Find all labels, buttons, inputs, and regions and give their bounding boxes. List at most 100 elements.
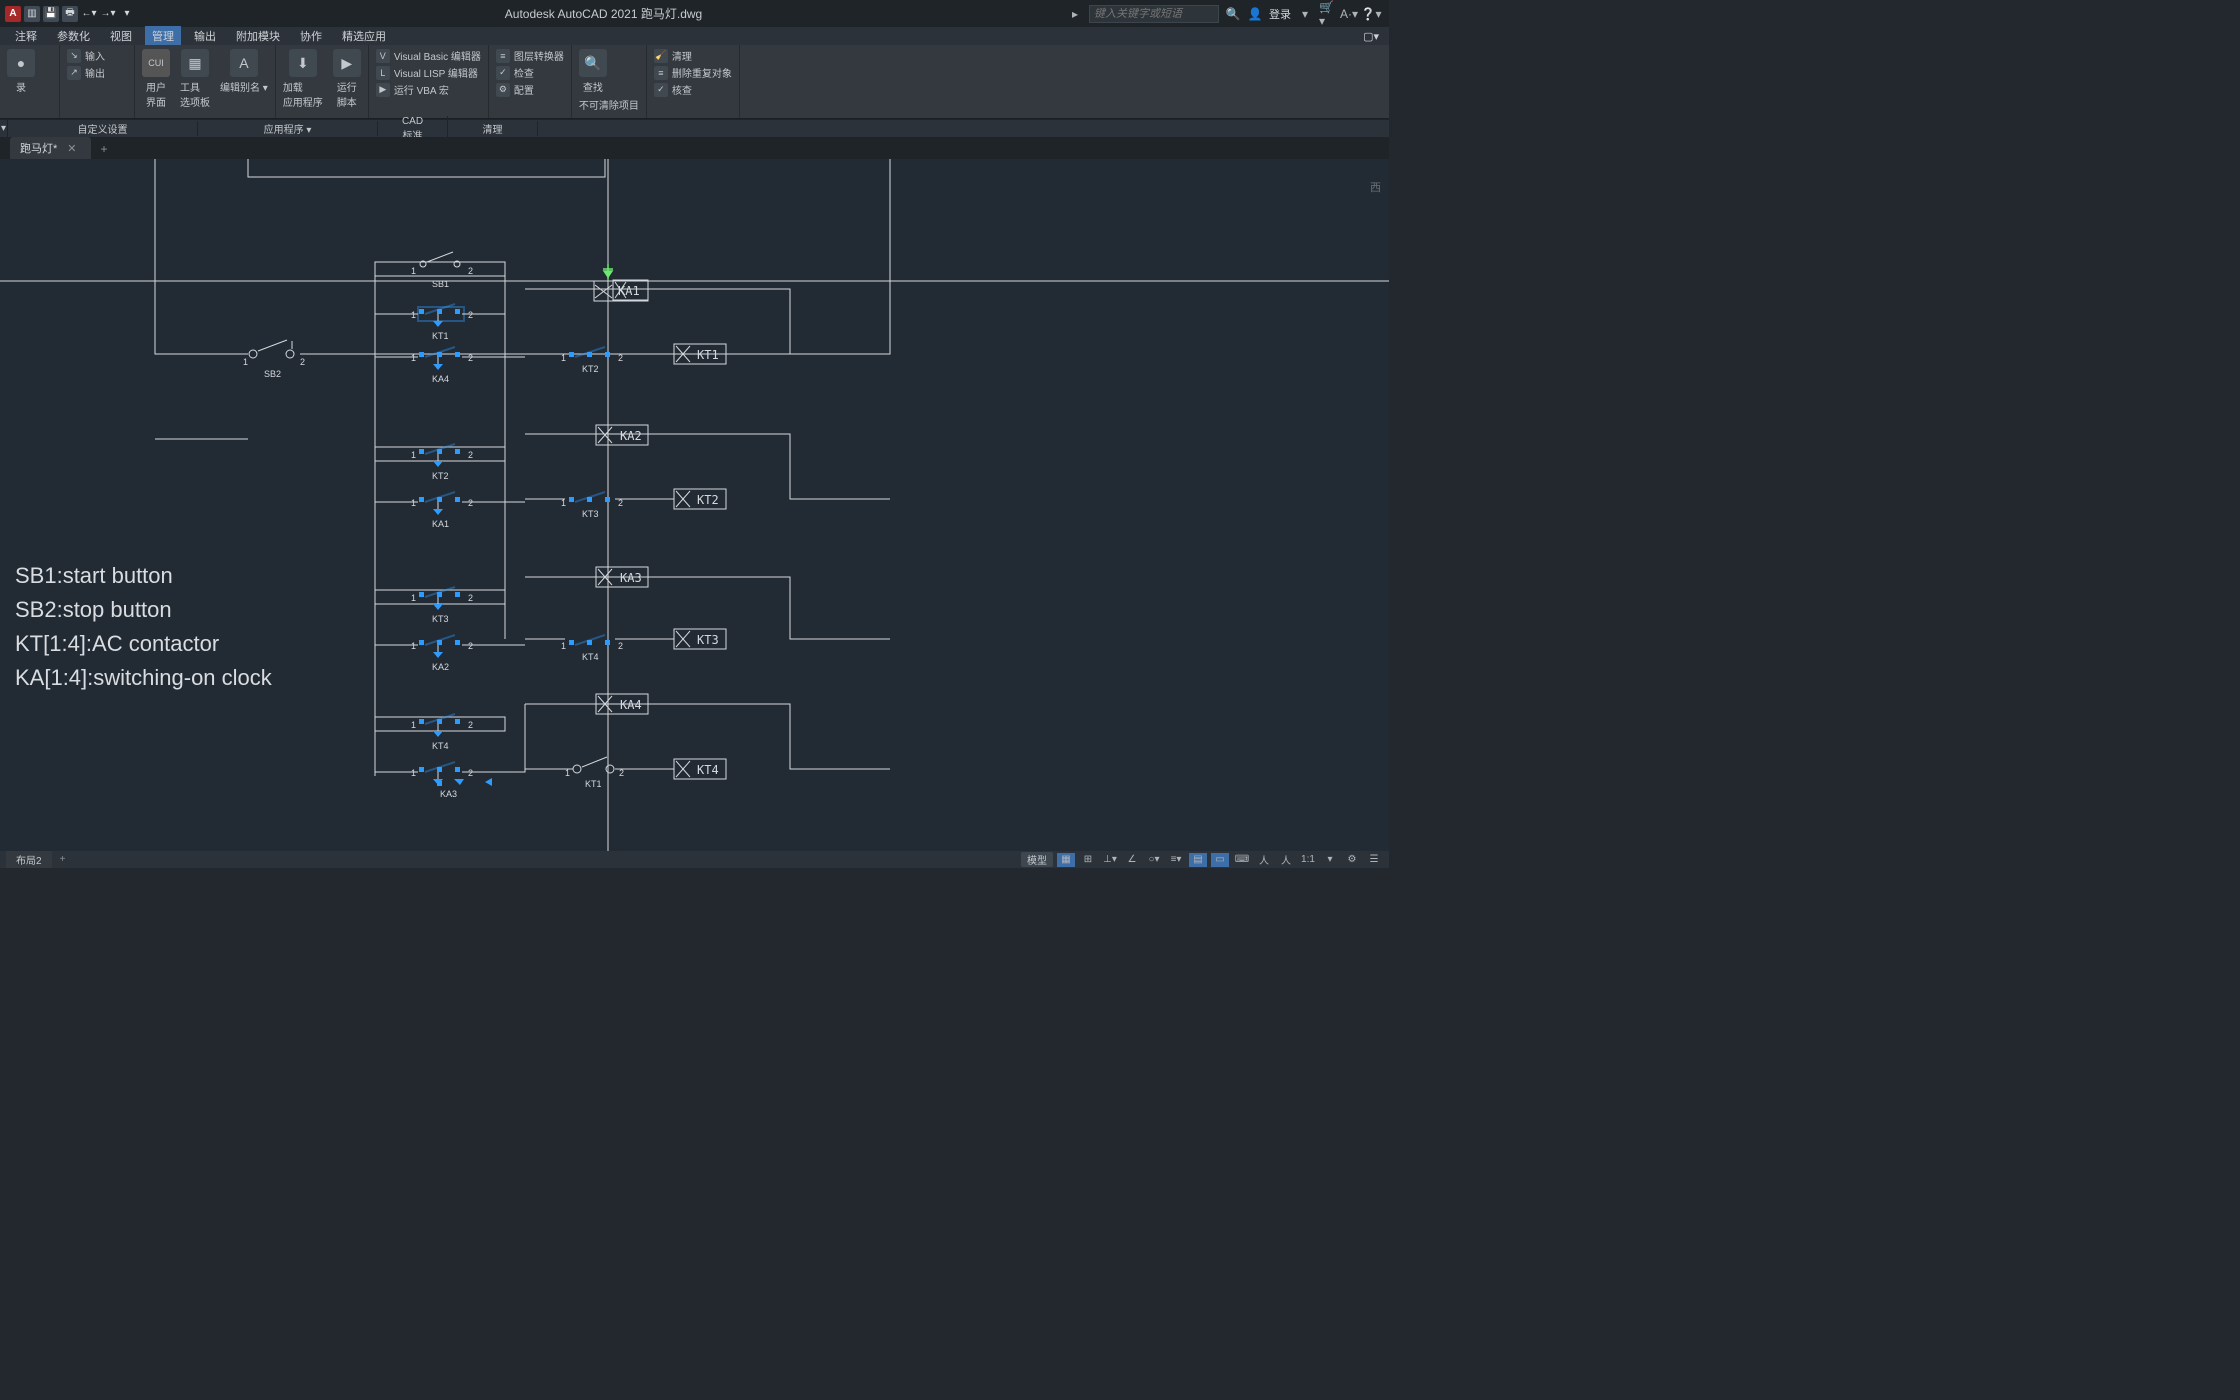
ribbon-export[interactable]: ↗输出 — [64, 64, 130, 81]
ribbon-config[interactable]: ⚙配置 — [493, 81, 567, 98]
svg-text:2: 2 — [468, 498, 473, 508]
open-icon[interactable]: ▥ — [24, 6, 40, 22]
chevron-down-icon[interactable]: ▾ — [1297, 6, 1313, 22]
dyn-input-icon[interactable]: ⌨ — [1233, 853, 1251, 867]
save-icon[interactable]: 💾 — [43, 6, 59, 22]
menu-bar: 注释 参数化 视图 管理 输出 附加模块 协作 精选应用 ▢▾ — [0, 27, 1389, 45]
user-icon[interactable]: 👤 — [1247, 6, 1263, 22]
ribbon-run-script[interactable]: ▶运行 脚本 — [330, 47, 364, 111]
menu-item[interactable]: 视图 — [103, 26, 139, 46]
svg-text:2: 2 — [468, 593, 473, 603]
walk-icon[interactable]: 人 — [1255, 853, 1273, 867]
redo-icon[interactable]: →▾ — [100, 6, 116, 22]
gear-icon[interactable]: ⚙ — [1343, 853, 1361, 867]
ribbon-run-vba[interactable]: ▶运行 VBA 宏 — [373, 81, 484, 98]
svg-text:2: 2 — [468, 266, 473, 276]
ribbon-lisp-editor[interactable]: LVisual LISP 编辑器 — [373, 64, 484, 81]
app-a-icon[interactable]: A·▾ — [1341, 6, 1357, 22]
osnap-icon[interactable]: ○▾ — [1145, 853, 1163, 867]
svg-text:2: 2 — [468, 450, 473, 460]
menu-item[interactable]: 精选应用 — [335, 26, 393, 46]
ribbon-alias[interactable]: A编辑别名 ▾ — [217, 47, 271, 96]
ribbon-load-app[interactable]: ⬇加载 应用程序 — [280, 47, 326, 111]
qat-dropdown-icon[interactable]: ▾ — [119, 6, 135, 22]
print-icon[interactable]: 🖶 — [62, 6, 78, 22]
layout-add-icon[interactable]: + — [52, 853, 74, 866]
menu-item[interactable]: 输出 — [187, 26, 223, 46]
svg-text:1: 1 — [561, 641, 566, 651]
svg-text:KA2: KA2 — [620, 429, 642, 443]
ribbon-tool-palette[interactable]: ▦工具 选项板 — [177, 47, 213, 111]
svg-text:1: 1 — [411, 720, 416, 730]
lineweight-icon[interactable]: ≡▾ — [1167, 853, 1185, 867]
svg-text:2: 2 — [468, 641, 473, 651]
menu-item-active[interactable]: 管理 — [145, 26, 181, 46]
transparency-icon[interactable]: ▤ — [1189, 853, 1207, 867]
svg-text:1: 1 — [411, 641, 416, 651]
ribbon-purge[interactable]: 🧹清理 — [651, 47, 735, 64]
ribbon-cui[interactable]: CUI用户 界面 — [139, 47, 173, 111]
svg-text:KT3: KT3 — [432, 614, 449, 624]
file-tab-add-icon[interactable]: + — [93, 139, 116, 159]
selection-icon[interactable]: ▭ — [1211, 853, 1229, 867]
svg-text:2: 2 — [468, 720, 473, 730]
svg-text:1: 1 — [411, 450, 416, 460]
ortho-icon[interactable]: ⊥▾ — [1101, 853, 1119, 867]
svg-text:SB1: SB1 — [432, 279, 449, 289]
ribbon-panel-labels: ▾ 自定义设置 应用程序 ▾ CAD 标准 清理 — [0, 119, 1389, 137]
svg-text:KT4: KT4 — [697, 763, 719, 777]
window-title: Autodesk AutoCAD 2021 跑马灯.dwg — [140, 5, 1067, 22]
svg-text:1: 1 — [411, 593, 416, 603]
svg-text:SB2: SB2 — [264, 369, 281, 379]
status-bar: 布局2 + 模型 ▦ ⊞ ⊥▾ ∠ ○▾ ≡▾ ▤ ▭ ⌨ 人 人 1:1 ▾ … — [0, 851, 1389, 868]
ribbon-find[interactable]: 🔍查找 — [576, 47, 610, 96]
file-tab[interactable]: 跑马灯* ✕ — [10, 137, 91, 159]
svg-text:KT1: KT1 — [697, 348, 719, 362]
snap-icon[interactable]: ⊞ — [1079, 853, 1097, 867]
quick-access-toolbar: A ▥ 💾 🖶 ←▾ →▾ ▾ — [0, 6, 140, 22]
layout-tab[interactable]: 布局2 — [6, 851, 52, 868]
menu-expand-icon[interactable]: ▢▾ — [1356, 28, 1389, 45]
ribbon-layer-xlate[interactable]: ≡图层转换器 — [493, 47, 567, 64]
drawing-canvas[interactable]: 1 2 SB2 1 2 SB1 12 KT1 12 KA4 — [0, 159, 1389, 851]
svg-text:KT4: KT4 — [432, 741, 449, 751]
svg-text:1: 1 — [411, 266, 416, 276]
ribbon-check[interactable]: ✓检查 — [493, 64, 567, 81]
anno-scale-icon[interactable]: ▾ — [1321, 853, 1339, 867]
svg-text:1: 1 — [411, 768, 416, 778]
search-input[interactable] — [1089, 5, 1219, 23]
ribbon-record[interactable]: ●录 — [4, 47, 38, 96]
svg-text:KT2: KT2 — [582, 364, 599, 374]
app-icon[interactable]: A — [5, 6, 21, 22]
file-tab-bar: 跑马灯* ✕ + — [0, 137, 1389, 159]
legend-text: SB1:start button SB2:stop button KT[1:4]… — [15, 559, 272, 695]
menu-item[interactable]: 协作 — [293, 26, 329, 46]
title-bar: A ▥ 💾 🖶 ←▾ →▾ ▾ Autodesk AutoCAD 2021 跑马… — [0, 0, 1389, 27]
menu-item[interactable]: 注释 — [8, 26, 44, 46]
cart-icon[interactable]: 🛒▾ — [1319, 6, 1335, 22]
help-icon[interactable]: ❔▾ — [1363, 6, 1379, 22]
svg-text:KT1: KT1 — [585, 779, 602, 789]
svg-text:KT2: KT2 — [697, 493, 719, 507]
ribbon-unpurge[interactable]: 不可清除项目 — [576, 96, 642, 113]
menu-item[interactable]: 附加模块 — [229, 26, 287, 46]
customize-icon[interactable]: ☰ — [1365, 853, 1383, 867]
grid-icon[interactable]: ▦ — [1057, 853, 1075, 867]
model-button[interactable]: 模型 — [1021, 852, 1053, 867]
svg-text:KT3: KT3 — [582, 509, 599, 519]
login-button[interactable]: 登录 — [1269, 6, 1291, 22]
file-tab-close-icon[interactable]: ✕ — [67, 142, 76, 155]
ribbon-overkill[interactable]: ≡删除重复对象 — [651, 64, 735, 81]
undo-icon[interactable]: ←▾ — [81, 6, 97, 22]
scale-label[interactable]: 1:1 — [1299, 853, 1317, 867]
search-icon[interactable]: 🔍 — [1225, 6, 1241, 22]
ribbon-audit[interactable]: ✓核查 — [651, 81, 735, 98]
viewcube[interactable]: 西 — [1370, 179, 1381, 195]
ribbon-vba-editor[interactable]: VVisual Basic 编辑器 — [373, 47, 484, 64]
menu-item[interactable]: 参数化 — [50, 26, 97, 46]
run-icon[interactable]: 人 — [1277, 853, 1295, 867]
ribbon-import[interactable]: ↘输入 — [64, 47, 130, 64]
search-arrow-icon[interactable]: ▸ — [1067, 6, 1083, 22]
polar-icon[interactable]: ∠ — [1123, 853, 1141, 867]
svg-text:2: 2 — [468, 353, 473, 363]
